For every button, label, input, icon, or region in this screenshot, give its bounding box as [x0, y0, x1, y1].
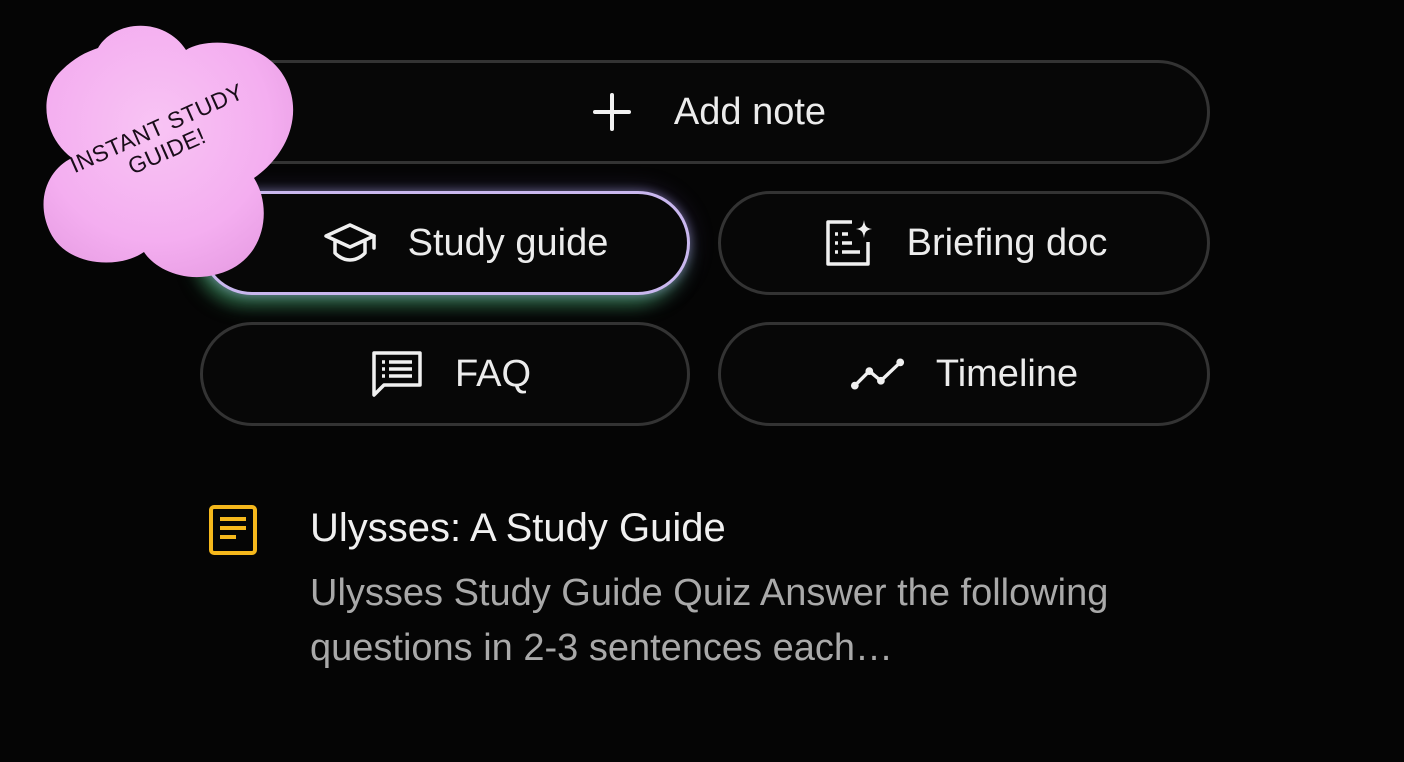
- briefing-doc-label: Briefing doc: [906, 221, 1108, 264]
- note-title: Ulysses: A Study Guide: [310, 506, 726, 550]
- sticker-label: INSTANT STUDY GUIDE!: [65, 78, 248, 180]
- timeline-button[interactable]: Timeline: [718, 322, 1210, 426]
- briefing-doc-button[interactable]: Briefing doc: [718, 191, 1210, 295]
- graduation-cap-icon: [322, 215, 378, 271]
- timeline-label: Timeline: [935, 352, 1079, 395]
- notes-panel: Add note Study guide Briefing doc FAQ Ti…: [0, 0, 1404, 762]
- sparkle-document-icon: [821, 215, 877, 271]
- chat-list-icon: [369, 346, 425, 402]
- add-note-button[interactable]: Add note: [200, 60, 1210, 164]
- instant-study-guide-sticker: INSTANT STUDY GUIDE!: [36, 18, 296, 280]
- faq-label: FAQ: [454, 352, 532, 395]
- faq-button[interactable]: FAQ: [200, 322, 690, 426]
- study-guide-label: Study guide: [407, 221, 609, 264]
- add-note-label: Add note: [673, 90, 827, 133]
- document-icon: [206, 503, 260, 557]
- trend-line-icon: [850, 346, 906, 402]
- plus-icon: [584, 84, 640, 140]
- note-snippet: Ulysses Study Guide Quiz Answer the foll…: [310, 572, 1109, 669]
- note-list-item[interactable]: Ulysses: A Study Guide Ulysses Study Gui…: [200, 500, 1210, 680]
